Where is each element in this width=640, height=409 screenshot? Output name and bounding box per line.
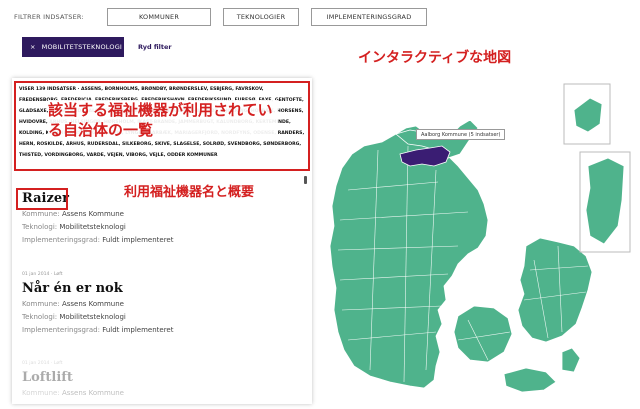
meta-value: Assens Kommune xyxy=(61,389,124,397)
entry-grad: Implementeringsgrad: Fuldt implementeret xyxy=(22,234,292,247)
list-item[interactable]: 01 jan 2014 · Løft Når én er nok Kommune… xyxy=(22,272,292,337)
meta-value: Mobilitetsteknologi xyxy=(59,313,126,321)
annotation-summary: 該当する福祉機器が利用されている自治体の一覧 xyxy=(48,100,278,140)
meta-key: Teknologi: xyxy=(22,313,58,321)
entry-teknologi: Teknologi: Mobilitetsteknologi xyxy=(22,221,292,234)
map-land xyxy=(329,119,593,393)
map-region-funen[interactable] xyxy=(453,305,513,363)
map-region-falster[interactable] xyxy=(561,347,581,373)
map-region-lolland[interactable] xyxy=(503,367,557,393)
annotation-box-title xyxy=(16,188,68,210)
meta-value: Fuldt implementeret xyxy=(102,236,174,244)
filter-button-teknologier[interactable]: TEKNOLOGIER xyxy=(223,8,299,26)
filter-label: FILTRER INDSATSER: xyxy=(14,13,84,21)
meta-key: Implementeringsgrad: xyxy=(22,326,100,334)
entry-date: 01 jan 2014 · Løft xyxy=(22,361,63,366)
entry-title[interactable]: Når én er nok xyxy=(22,280,292,298)
meta-value: Mobilitetsteknologi xyxy=(59,223,126,231)
entry-grad: Implementeringsgrad: Fuldt implementeret xyxy=(22,324,292,337)
map-annotation: インタラクティブな地図 xyxy=(358,50,512,66)
entry-kommune: Kommune: Assens Kommune xyxy=(22,387,292,400)
entry-kommune: Kommune: Assens Kommune xyxy=(22,298,292,311)
entry-teknologi: Teknologi: Mobilitetsteknologi xyxy=(22,311,292,324)
filter-button-implementeringsgrad[interactable]: IMPLEMENTERINGSGRAD xyxy=(311,8,427,26)
clear-filter-link[interactable]: Ryd filter xyxy=(138,43,172,51)
meta-key: Kommune: xyxy=(22,300,60,308)
meta-key: Kommune: xyxy=(22,389,60,397)
active-filter-row: × MOBILITETSTEKNOLOGI Ryd filter xyxy=(22,37,172,57)
meta-key: Teknologi: xyxy=(22,223,58,231)
map-tooltip: Aalborg Kommune (5 indsatser) xyxy=(416,129,506,140)
meta-value: Assens Kommune xyxy=(61,210,124,218)
meta-value: Fuldt implementeret xyxy=(102,326,174,334)
close-icon[interactable]: × xyxy=(30,43,36,51)
active-filter-chip[interactable]: × MOBILITETSTEKNOLOGI xyxy=(22,37,124,57)
scrollbar-thumb[interactable] xyxy=(304,176,307,184)
meta-value: Assens Kommune xyxy=(61,300,124,308)
active-filter-label: MOBILITETSTEKNOLOGI xyxy=(41,43,123,51)
results-panel: VISER 139 INDSATSER · ASSENS, BORNHOLMS,… xyxy=(12,78,312,404)
filter-bar: FILTRER INDSATSER: KOMMUNER TEKNOLOGIER … xyxy=(14,8,439,26)
meta-key: Kommune: xyxy=(22,210,60,218)
map-region-zealand[interactable] xyxy=(517,237,593,343)
entry-title[interactable]: Loftlift xyxy=(22,369,292,387)
denmark-map[interactable] xyxy=(318,70,638,405)
filter-button-kommuner[interactable]: KOMMUNER xyxy=(107,8,211,26)
list-item[interactable]: 01 jan 2014 · Løft Loftlift Kommune: Ass… xyxy=(22,361,292,400)
entry-date: 01 jan 2014 · Løft xyxy=(22,272,63,277)
meta-key: Implementeringsgrad: xyxy=(22,236,100,244)
